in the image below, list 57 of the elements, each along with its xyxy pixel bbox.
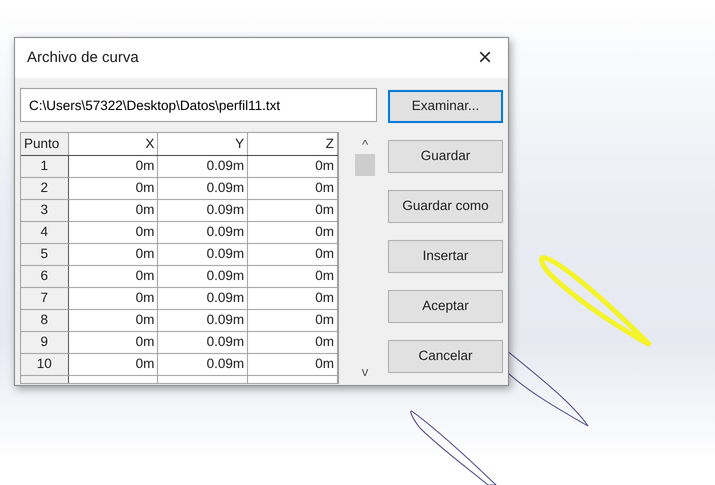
column-header: X — [68, 133, 158, 155]
table-cell: 0.09m — [158, 265, 248, 287]
browse-button[interactable]: Examinar... — [388, 90, 503, 123]
row-header: 2 — [21, 177, 68, 199]
scroll-thumb[interactable] — [355, 154, 375, 176]
row-header: 7 — [21, 287, 68, 309]
table-cell: 0.09m — [158, 243, 248, 265]
table-cell: 0m — [248, 155, 338, 177]
table-cell: 0m — [68, 221, 158, 243]
scroll-up-button[interactable]: ^ — [355, 138, 375, 151]
scrollbar[interactable]: ^ v — [351, 132, 379, 382]
dialog-button[interactable]: Aceptar — [388, 290, 503, 323]
table-cell: 0m — [248, 309, 338, 331]
row-header: 6 — [21, 265, 68, 287]
dialog-button[interactable]: Guardar como — [388, 190, 503, 223]
table-cell: 0.09m — [158, 177, 248, 199]
file-path-field[interactable]: C:\Users\57322\Desktop\Datos\perfil11.txt — [20, 88, 377, 122]
dialog-button[interactable]: Cancelar — [388, 340, 503, 373]
table-cell: 0m — [248, 243, 338, 265]
table-cell: 0.09m — [158, 353, 248, 375]
table-cell: 0.09m — [158, 199, 248, 221]
table-cell: 0.09m — [158, 331, 248, 353]
table-cell: 0m — [248, 199, 338, 221]
table-cell: 0.09m — [158, 287, 248, 309]
table-cell: 0.09m — [158, 155, 248, 177]
table-cell: 0m — [68, 287, 158, 309]
table-cell: 0m — [68, 243, 158, 265]
table-cell: 0m — [248, 221, 338, 243]
column-header: Z — [248, 133, 338, 155]
table-cell: 0m — [248, 287, 338, 309]
table-cell: 0m — [248, 177, 338, 199]
column-header: Punto — [21, 133, 68, 155]
table-cell: 0.09m — [158, 309, 248, 331]
table-cell: 0m — [248, 265, 338, 287]
table-cell: 0m — [68, 199, 158, 221]
table-cell: 0m — [68, 265, 158, 287]
window-title: Archivo de curva — [27, 48, 139, 68]
table-cell: 0m — [68, 353, 158, 375]
row-header: 3 — [21, 199, 68, 221]
close-button[interactable]: × — [474, 46, 496, 70]
table-cell: 0m — [248, 353, 338, 375]
row-header: 4 — [21, 221, 68, 243]
scroll-down-button[interactable]: v — [355, 365, 375, 378]
dialog-button[interactable]: Insertar — [388, 240, 503, 273]
column-header: Y — [158, 133, 248, 155]
row-header: 8 — [21, 309, 68, 331]
row-header: 5 — [21, 243, 68, 265]
table-cell: 0m — [248, 331, 338, 353]
table-cell: 0m — [68, 309, 158, 331]
table-cell: 0m — [68, 155, 158, 177]
table-cell: 0.09m — [158, 221, 248, 243]
row-header: 1 — [21, 155, 68, 177]
row-header: 9 — [21, 331, 68, 353]
table-cell: 0m — [68, 331, 158, 353]
dialog-button[interactable]: Guardar — [388, 140, 503, 173]
table-cell: 0m — [68, 177, 158, 199]
row-header: 10 — [21, 353, 68, 375]
